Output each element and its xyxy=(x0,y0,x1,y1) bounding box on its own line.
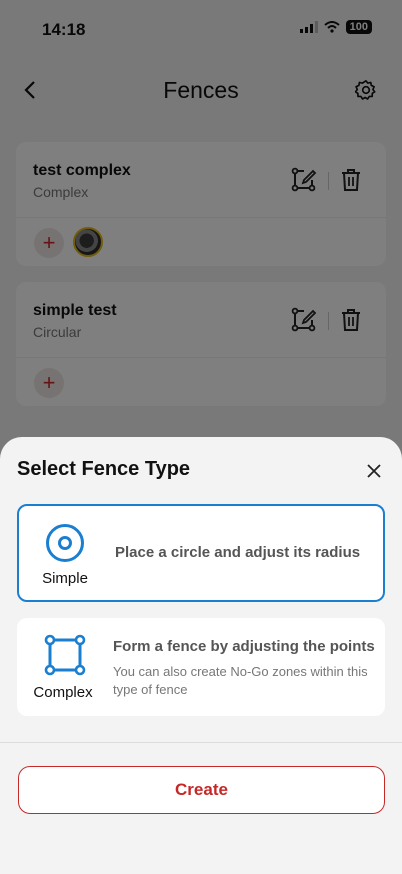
sheet-title: Select Fence Type xyxy=(17,458,191,480)
close-button[interactable] xyxy=(364,461,384,481)
fence-option-complex[interactable]: Complex Form a fence by adjusting the po… xyxy=(17,618,385,716)
option-label: Complex xyxy=(33,684,93,701)
option-label: Simple xyxy=(42,570,88,587)
option-subdescription: You can also create No-Go zones within t… xyxy=(113,664,368,697)
create-button[interactable]: Create xyxy=(18,766,385,814)
option-description: Form a fence by adjusting the points xyxy=(113,638,375,655)
sheet-divider xyxy=(0,742,402,743)
fence-type-sheet: Select Fence Type Simple Place a circle … xyxy=(0,437,402,874)
circle-target-icon xyxy=(46,524,84,562)
fence-option-simple[interactable]: Simple Place a circle and adjust its rad… xyxy=(17,504,385,602)
polygon-points-icon xyxy=(44,634,86,676)
option-description: Place a circle and adjust its radius xyxy=(115,544,361,561)
close-icon xyxy=(367,464,381,478)
